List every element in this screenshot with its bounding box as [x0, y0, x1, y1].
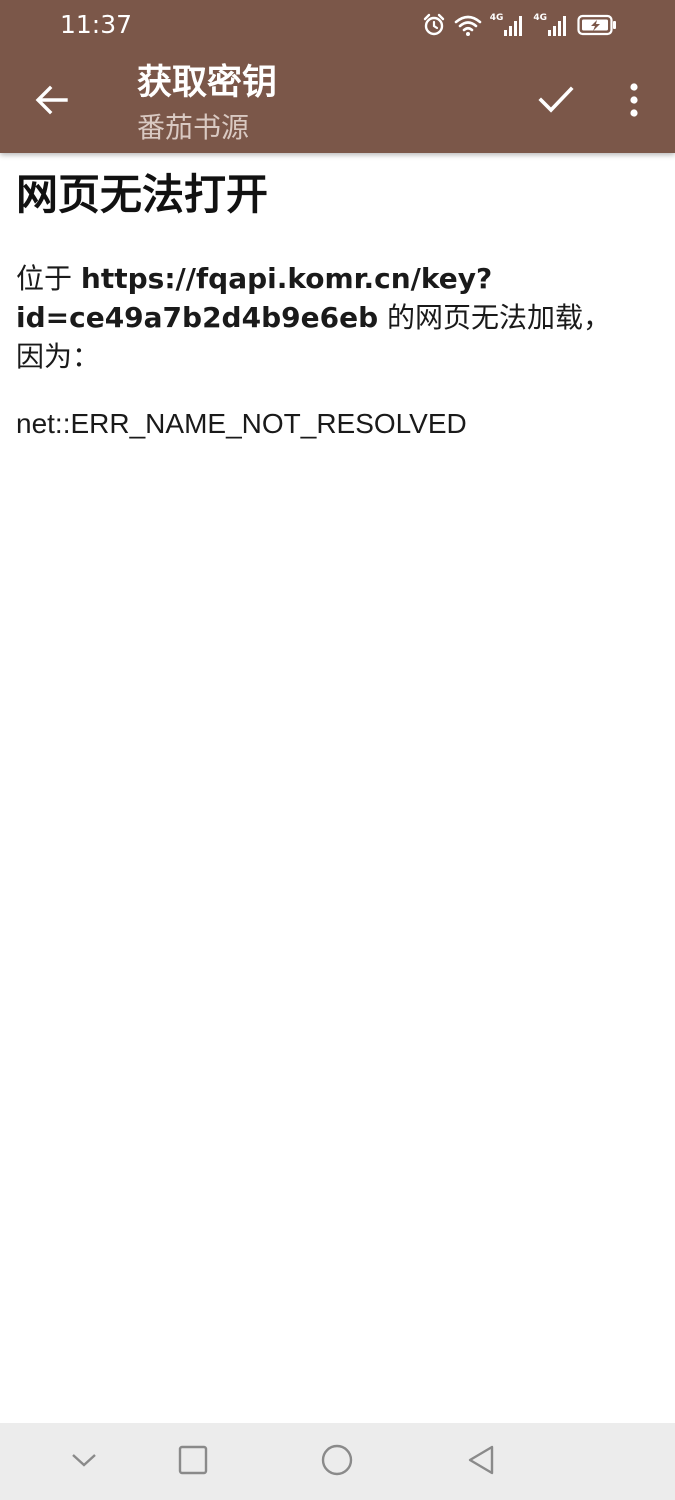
- page-subtitle: 番茄书源: [137, 111, 250, 144]
- status-icons: 4G 4G: [422, 10, 617, 40]
- app-bar: 11:37 4G 4G 获取密钥 番茄书源: [0, 0, 675, 153]
- wifi-icon: [454, 13, 482, 37]
- signal-4g-icon: 4G: [533, 13, 569, 37]
- chevron-down-icon: [71, 1452, 97, 1472]
- page-title: 获取密钥: [137, 63, 278, 103]
- check-icon: [538, 85, 574, 119]
- error-heading: 网页无法打开: [16, 170, 269, 219]
- status-time: 11:37: [60, 10, 133, 39]
- square-icon: [178, 1445, 208, 1479]
- network-label: 4G: [533, 13, 547, 23]
- arrow-left-icon: [35, 85, 69, 119]
- nav-hide-button[interactable]: [59, 1437, 109, 1487]
- triangle-back-icon: [467, 1444, 495, 1480]
- error-message-prefix: 位于: [16, 262, 81, 295]
- more-vertical-icon: [629, 83, 639, 121]
- signal-4g-icon: 4G: [490, 13, 526, 37]
- error-code: net::ERR_NAME_NOT_RESOLVED: [16, 408, 467, 439]
- nav-back-button[interactable]: [456, 1437, 506, 1487]
- system-nav-bar: [0, 1423, 675, 1500]
- nav-home-button[interactable]: [312, 1437, 362, 1487]
- confirm-button[interactable]: [530, 76, 582, 128]
- webview-content: 网页无法打开 位于 https://fqapi.komr.cn/key?id=c…: [16, 165, 636, 444]
- battery-charging-icon: [577, 14, 617, 36]
- alarm-icon: [422, 13, 446, 37]
- circle-icon: [321, 1444, 353, 1480]
- error-message: 位于 https://fqapi.komr.cn/key?id=ce49a7b2…: [16, 259, 636, 376]
- network-label: 4G: [489, 13, 504, 23]
- back-button[interactable]: [24, 76, 80, 128]
- more-options-button[interactable]: [612, 76, 656, 128]
- nav-recents-button[interactable]: [168, 1437, 218, 1487]
